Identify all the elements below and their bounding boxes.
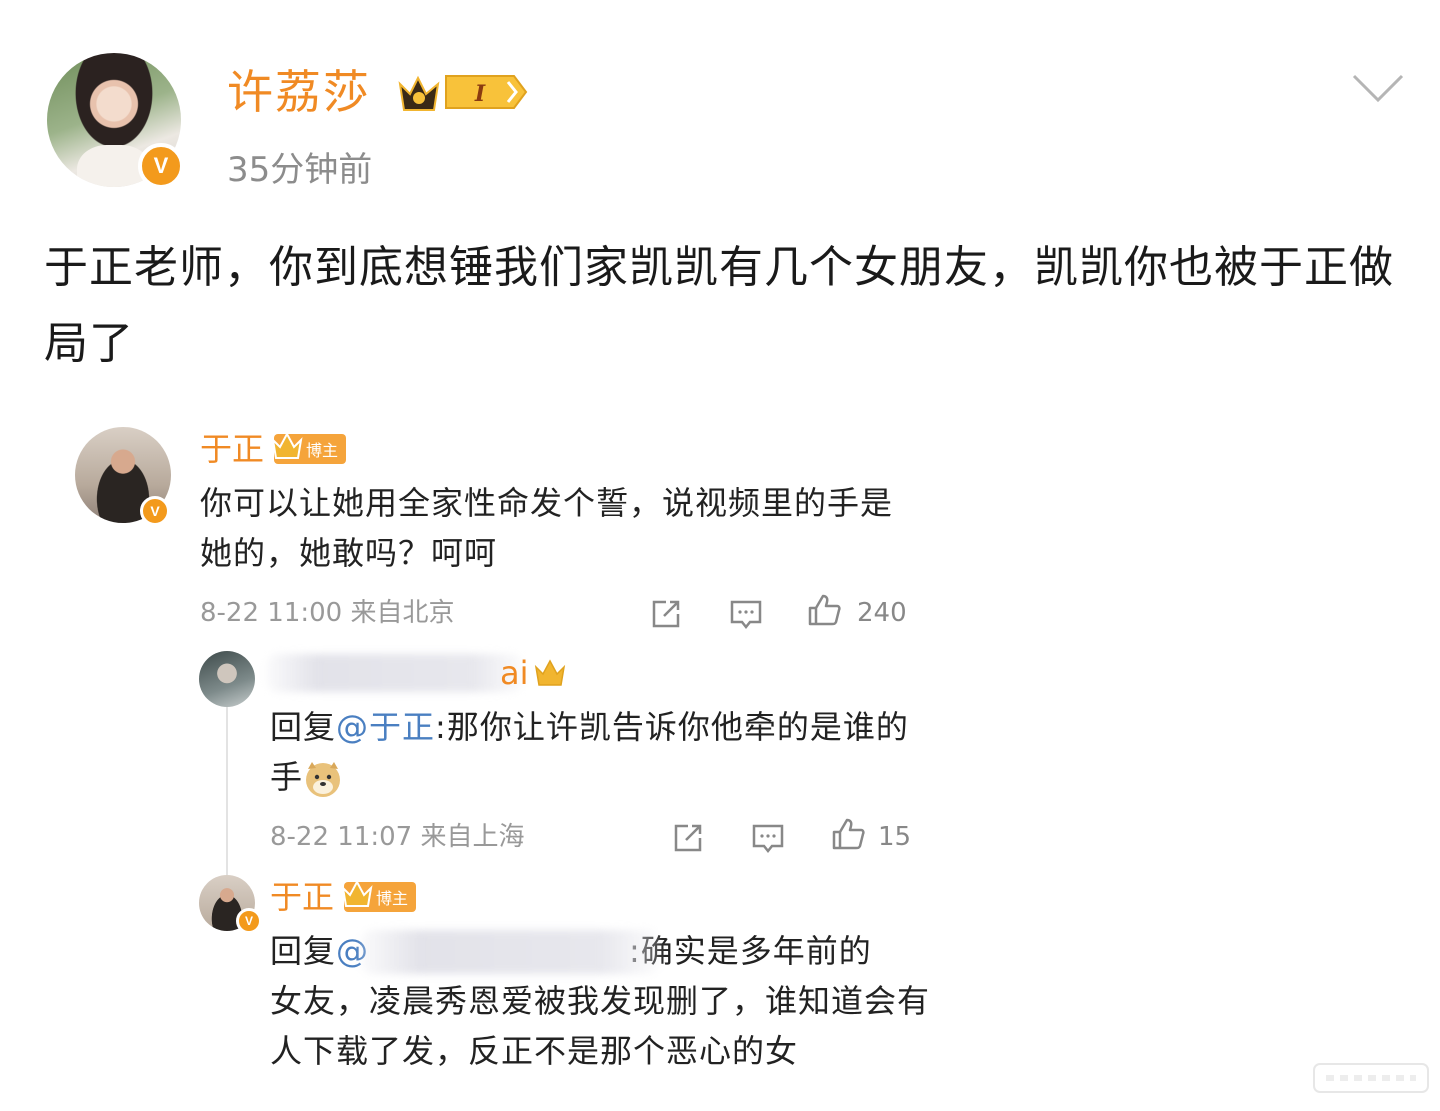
post-body: 于正老师，你到底想锤我们家凯凯有几个女朋友，凯凯你也被于正做局了: [44, 242, 1394, 369]
like-icon[interactable]: [830, 816, 866, 852]
crown-icon: I: [398, 75, 528, 111]
like-count: 240: [857, 598, 907, 628]
reply-body-rest: 女友，凌晨秀恩爱被我发现删了，谁知道会有人下载了发，反正不是那个恶心的女: [270, 982, 931, 1070]
blogger-tag-label: 博主: [375, 889, 408, 908]
like-count: 15: [878, 822, 912, 852]
verified-icon: V: [236, 908, 262, 934]
reply-prefix: 回复: [270, 708, 337, 746]
reply-meta: 8-22 11:07 来自上海: [270, 822, 525, 852]
chevron-down-icon[interactable]: [1350, 68, 1406, 108]
replier-name-visible[interactable]: ai: [500, 652, 529, 694]
comment-icon[interactable]: [728, 596, 764, 632]
comment-meta: 8-22 11:00 来自北京: [200, 598, 455, 628]
crown-icon: [341, 879, 373, 907]
share-icon[interactable]: [648, 596, 684, 632]
author-name[interactable]: 许荔莎: [227, 62, 371, 122]
reply-body: :确实是多年前的: [629, 932, 872, 970]
reply-prefix: 回复: [270, 932, 337, 970]
blogger-tag: 博主: [341, 879, 416, 912]
like-icon[interactable]: [806, 592, 842, 628]
blogger-tag: 博主: [271, 431, 346, 464]
verified-icon: V: [138, 143, 184, 189]
crown-icon: [271, 431, 303, 459]
level-badge-text: I: [474, 81, 486, 107]
mention-link[interactable]: @于正: [336, 708, 435, 746]
comment-text: 你可以让她用全家性命发个誓，说视频里的手是她的，她敢吗？呵呵: [200, 484, 894, 572]
thread-line: [226, 707, 228, 875]
commenter-name[interactable]: 于正: [270, 876, 334, 918]
watermark-icon: [1313, 1063, 1429, 1093]
blogger-tag-label: 博主: [305, 441, 338, 460]
share-icon[interactable]: [670, 820, 706, 856]
reply-text: 回复@于正:那你让许凯告诉你他牵的是谁的手: [270, 702, 910, 802]
verified-icon: V: [140, 496, 170, 526]
crown-icon: [534, 659, 566, 686]
comment-icon[interactable]: [750, 820, 786, 856]
commenter-name[interactable]: 于正: [200, 428, 264, 470]
blurred-username: [266, 654, 524, 692]
doge-emoji-icon: [306, 762, 341, 797]
post-time: 35分钟前: [227, 150, 373, 190]
replier-avatar[interactable]: [199, 651, 255, 707]
blurred-username: [360, 930, 660, 974]
